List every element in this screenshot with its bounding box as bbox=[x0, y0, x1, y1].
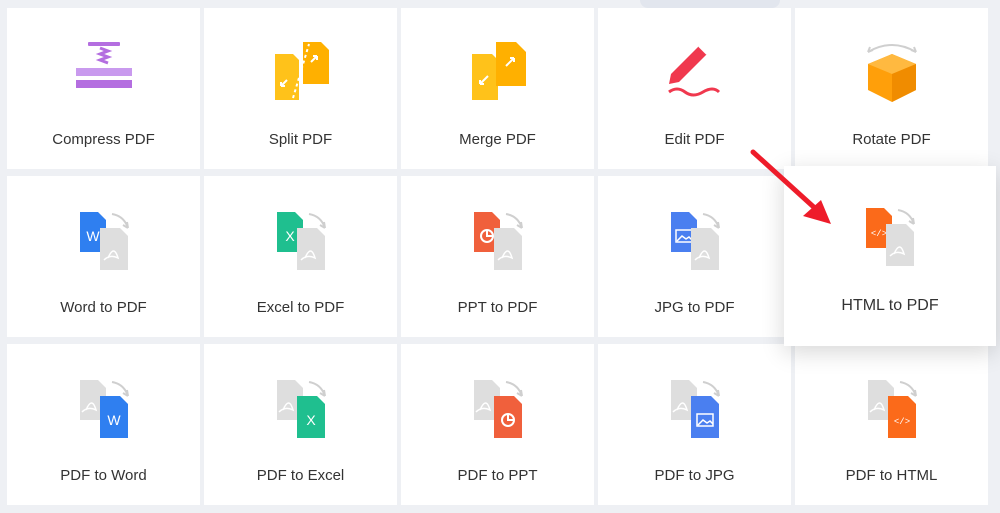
tool-label: Split PDF bbox=[268, 131, 333, 148]
tool-label: PDF to Word bbox=[60, 467, 147, 484]
ppt-to-pdf-icon bbox=[473, 212, 523, 270]
split-icon bbox=[274, 42, 329, 100]
compress-icon bbox=[75, 42, 132, 88]
svg-text:X: X bbox=[306, 412, 316, 428]
edit-icon bbox=[667, 45, 720, 97]
tool-ppt-to-pdf[interactable]: PPT to PDF bbox=[401, 176, 594, 337]
svg-text:W: W bbox=[86, 228, 100, 244]
tool-excel-to-pdf[interactable]: X Excel to PDF bbox=[204, 176, 397, 337]
tool-label: PDF to JPG bbox=[654, 467, 735, 484]
tool-word-to-pdf[interactable]: W Word to PDF bbox=[7, 176, 200, 337]
tool-label: PDF to HTML bbox=[845, 467, 938, 484]
tool-merge-pdf[interactable]: Merge PDF bbox=[401, 8, 594, 169]
tool-label: PDF to Excel bbox=[256, 467, 345, 484]
tool-label: Excel to PDF bbox=[256, 299, 345, 316]
merge-icon bbox=[471, 42, 526, 100]
svg-text:X: X bbox=[285, 228, 295, 244]
svg-text:W: W bbox=[107, 412, 121, 428]
pdf-to-html-icon: </> bbox=[867, 380, 917, 438]
tool-label: PDF to PPT bbox=[457, 467, 538, 484]
pdf-tools-grid: Compress PDF Split PDF Merge PDF Edit PD… bbox=[0, 0, 1000, 513]
tool-pdf-to-html[interactable]: </> PDF to HTML bbox=[795, 344, 988, 505]
pdf-to-excel-icon: X bbox=[276, 380, 326, 438]
jpg-to-pdf-icon bbox=[670, 212, 720, 270]
tool-pdf-to-jpg[interactable]: PDF to JPG bbox=[598, 344, 791, 505]
tool-label: Merge PDF bbox=[459, 131, 536, 148]
pdf-to-word-icon: W bbox=[79, 380, 129, 438]
tool-compress-pdf[interactable]: Compress PDF bbox=[7, 8, 200, 169]
tool-pdf-to-excel[interactable]: X PDF to Excel bbox=[204, 344, 397, 505]
tool-label: Compress PDF bbox=[52, 131, 155, 148]
tool-label: PPT to PDF bbox=[457, 299, 538, 316]
tool-label: HTML to PDF bbox=[841, 297, 939, 314]
html-to-pdf-icon: </> bbox=[866, 208, 915, 266]
tool-pdf-to-ppt[interactable]: PDF to PPT bbox=[401, 344, 594, 505]
word-to-pdf-icon: W bbox=[79, 212, 129, 270]
excel-to-pdf-icon: X bbox=[276, 212, 326, 270]
tool-pdf-to-word[interactable]: W PDF to Word bbox=[7, 344, 200, 505]
rotate-icon bbox=[866, 44, 917, 102]
tool-label: Word to PDF bbox=[60, 299, 147, 316]
svg-text:</>: </> bbox=[871, 229, 887, 239]
tool-label: JPG to PDF bbox=[654, 299, 735, 316]
tool-split-pdf[interactable]: Split PDF bbox=[204, 8, 397, 169]
red-pointer-arrow bbox=[750, 149, 831, 224]
pdf-to-jpg-icon bbox=[670, 380, 720, 438]
pdf-to-ppt-icon bbox=[473, 380, 523, 438]
svg-text:</>: </> bbox=[893, 417, 909, 427]
